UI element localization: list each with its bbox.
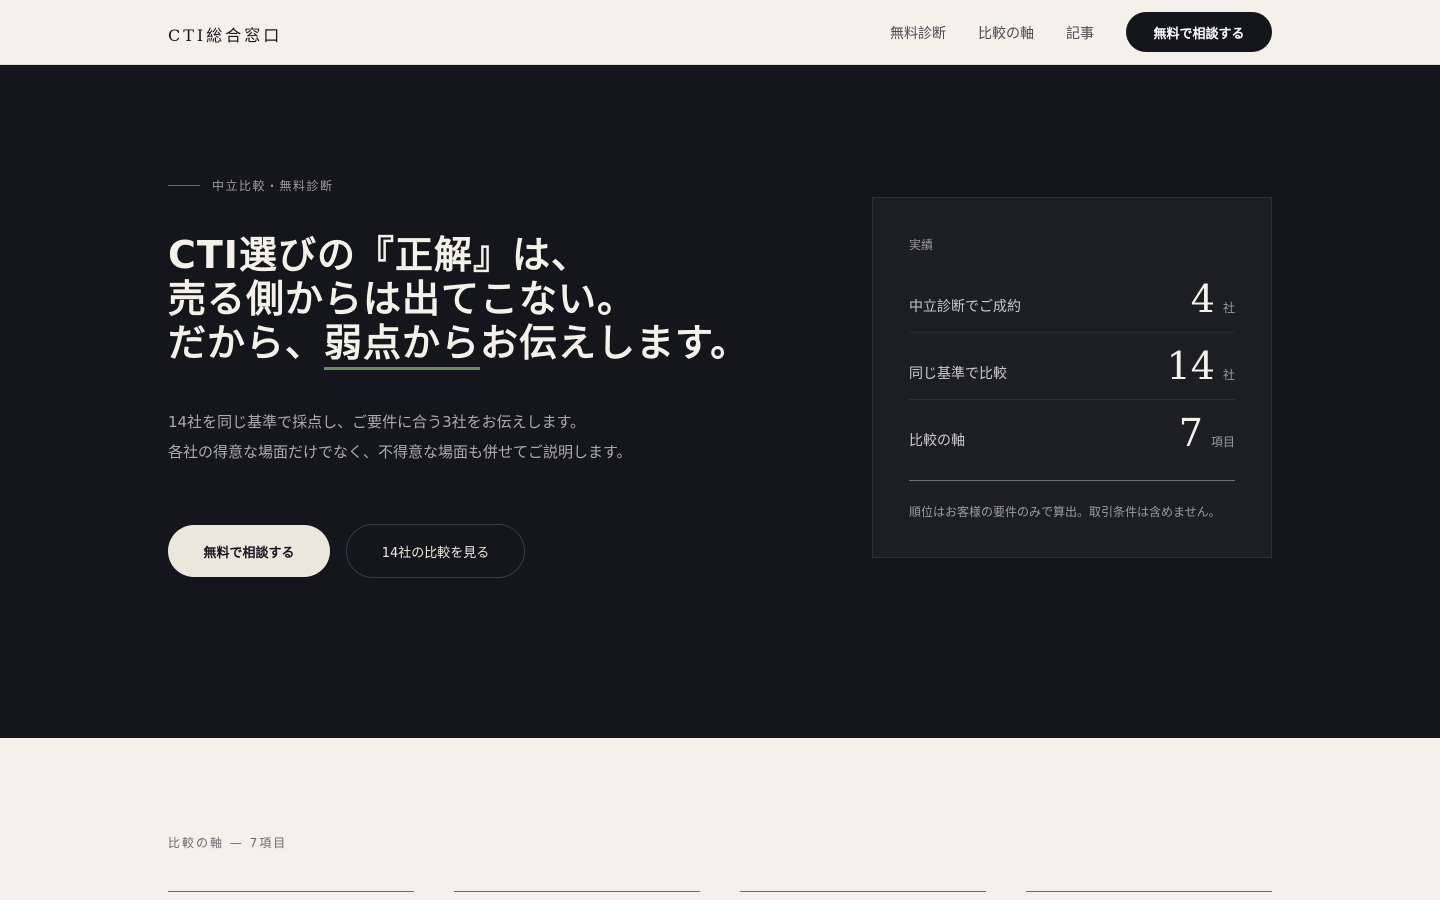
axis-card-divider [454, 891, 700, 892]
stat-label: 比較の軸 [909, 433, 965, 449]
hero-eyebrow: 中立比較・無料診断 [212, 179, 334, 193]
axis-card-divider [1026, 891, 1272, 892]
stat-label: 中立診断でご成約 [909, 299, 1021, 315]
brand-logo[interactable]: CTI総合窓口 [168, 22, 282, 46]
nav-link-comparison-axes[interactable]: 比較の軸 [978, 23, 1034, 43]
eyebrow-divider [168, 185, 200, 186]
stat-row-contracts: 中立診断でご成約 4 社 [909, 266, 1235, 333]
stat-unit: 社 [1222, 368, 1235, 382]
results-card: 実績 中立診断でご成約 4 社 同じ基準で比較 14 社 比較の軸 7 項目 順… [872, 197, 1272, 558]
hero-headline: CTI選びの『正解』は、 売る側からは出てこない。 だから、弱点からお伝えします… [168, 232, 808, 370]
site-header: CTI総合窓口 無料診断 比較の軸 記事 無料で相談する [0, 0, 1440, 65]
stat-value: 14 社 [1167, 347, 1235, 385]
headline-highlight: 弱点から [324, 320, 481, 370]
stat-number: 4 [1190, 277, 1215, 321]
headline-cti: CTI [168, 233, 239, 277]
nav-link-diagnosis[interactable]: 無料診断 [890, 23, 946, 43]
lead-line-1: 14社を同じ基準で採点し、ご要件に合う3社をお伝えします。 [168, 413, 586, 431]
results-note: 順位はお客様の要件のみで算出。取引条件は含めません。 [909, 505, 1221, 519]
stat-value: 4 社 [1191, 280, 1235, 318]
header-consult-button[interactable]: 無料で相談する [1126, 12, 1272, 52]
headline-line-1: CTI選びの『正解』は、 [168, 232, 808, 278]
lead-line-2: 各社の得意な場面だけでなく、不得意な場面も併せてご説明します。 [168, 443, 632, 461]
hero-section: 中立比較・無料診断 CTI選びの『正解』は、 売る側からは出てこない。 だから、… [0, 65, 1440, 738]
stat-row-companies: 同じ基準で比較 14 社 [909, 333, 1235, 400]
axis-card-divider [168, 891, 414, 892]
headline-line-3: だから、弱点からお伝えします。 [168, 320, 808, 370]
stat-unit: 社 [1222, 301, 1235, 315]
stat-number: 14 [1166, 344, 1215, 388]
stat-unit: 項目 [1210, 435, 1235, 449]
hero-lead: 14社を同じ基準で採点し、ご要件に合う3社をお伝えします。 各社の得意な場面だけ… [168, 407, 788, 467]
stat-number: 7 [1178, 411, 1203, 455]
stat-row-axes: 比較の軸 7 項目 [909, 400, 1235, 481]
view-comparison-button[interactable]: 14社の比較を見る [346, 524, 525, 578]
results-card-title: 実績 [909, 238, 934, 252]
headline-line-1-text: 選びの『正解』は、 [238, 232, 590, 277]
consult-button[interactable]: 無料で相談する [168, 525, 330, 577]
headline-line-2: 売る側からは出てこない。 [168, 276, 637, 321]
headline-line-3-suffix: お伝えします。 [480, 320, 750, 365]
section-label: 比較の軸 — 7項目 [168, 836, 288, 850]
nav-link-articles[interactable]: 記事 [1066, 23, 1094, 43]
headline-line-3-prefix: だから、 [168, 320, 325, 365]
axis-card-divider [740, 891, 986, 892]
stat-value: 7 項目 [1179, 414, 1235, 452]
stat-label: 同じ基準で比較 [909, 366, 1007, 382]
